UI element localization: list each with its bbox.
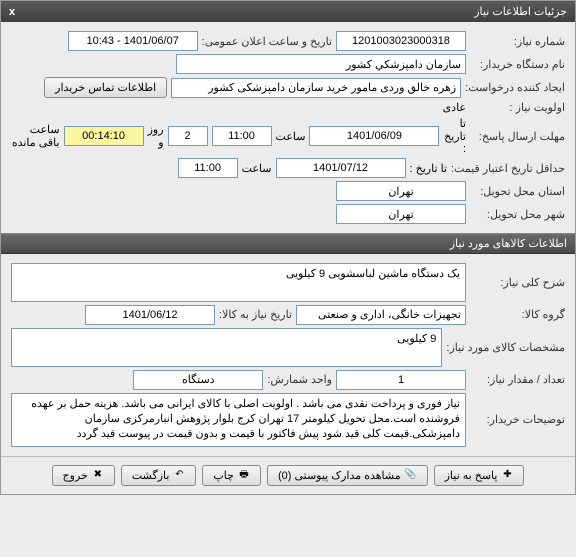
- unit-label: واحد شمارش:: [267, 373, 332, 386]
- goods-section-header: اطلاعات کالاهای مورد نیاز: [1, 233, 575, 254]
- qty-field: [336, 370, 466, 390]
- exit-label: خروج: [63, 469, 88, 482]
- remain-label: ساعت باقی مانده: [11, 123, 60, 149]
- print-button[interactable]: 🖶 چاپ: [202, 465, 261, 486]
- reply-button[interactable]: ✚ پاسخ به نیاز: [434, 465, 525, 486]
- validity-time-label: ساعت: [242, 162, 272, 175]
- buyer-notes-label: توضیحات خریدار:: [470, 413, 565, 426]
- deadline-todate-label: تا تاریخ :: [443, 117, 466, 155]
- desc-field: [11, 263, 466, 302]
- window-title: جزئیات اطلاعات نیاز: [474, 5, 567, 18]
- deadline-time-label: ساعت: [276, 130, 306, 143]
- spec-label: مشخصات کالای مورد نیاز:: [446, 341, 565, 354]
- remain-days-field: [168, 126, 208, 146]
- creator-label: ایجاد کننده درخواست:: [465, 81, 565, 94]
- province-label: استان محل تحویل:: [470, 185, 565, 198]
- group-field: [296, 305, 466, 325]
- plus-icon: ✚: [501, 469, 513, 481]
- back-label: بازگشت: [132, 469, 170, 482]
- public-date-label: تاریخ و ساعت اعلان عمومی:: [202, 35, 332, 48]
- attachment-icon: 📎: [405, 469, 417, 481]
- window-root: جزئیات اطلاعات نیاز x شماره نیاز: تاریخ …: [0, 0, 576, 495]
- attachments-button[interactable]: 📎 مشاهده مدارک پیوستی (0): [267, 465, 428, 486]
- need-by-date-field: [85, 305, 215, 325]
- close-icon[interactable]: x: [9, 6, 15, 18]
- print-label: چاپ: [213, 469, 234, 482]
- desc-label: شرح کلی نیاز:: [470, 276, 565, 289]
- buyer-org-field: [176, 54, 466, 74]
- city-field: [336, 204, 466, 224]
- goods-section: شرح کلی نیاز: گروه کالا: تاریخ نیاز به ک…: [1, 254, 575, 456]
- print-icon: 🖶: [238, 469, 250, 481]
- validity-date-field: [276, 158, 406, 178]
- contact-label: اطلاعات تماس خریدار: [55, 81, 156, 94]
- need-info-section: شماره نیاز: تاریخ و ساعت اعلان عمومی: نا…: [1, 22, 575, 233]
- back-icon: ↶: [173, 469, 185, 481]
- unit-field: [133, 370, 263, 390]
- priority-value: عادی: [443, 101, 466, 114]
- buyer-notes-field: [11, 393, 466, 447]
- need-number-field: [336, 31, 466, 51]
- titlebar: جزئیات اطلاعات نیاز x: [1, 1, 575, 22]
- validity-time-field: [178, 158, 238, 178]
- reply-label: پاسخ به نیاز: [445, 469, 498, 482]
- city-label: شهر محل تحویل:: [470, 208, 565, 221]
- contact-info-button[interactable]: اطلاعات تماس خریدار: [44, 77, 167, 98]
- remain-time-field: [64, 126, 144, 146]
- attachments-label: مشاهده مدارک پیوستی (0): [278, 469, 401, 482]
- spec-field: [11, 328, 442, 367]
- qty-label: تعداد / مقدار نیاز:: [470, 373, 565, 386]
- deadline-date-field: [309, 126, 439, 146]
- creator-field: [171, 78, 461, 98]
- deadline-time-field: [212, 126, 272, 146]
- exit-button[interactable]: ✖ خروج: [52, 465, 115, 486]
- validity-todate-label: تا تاریخ :: [410, 162, 447, 175]
- province-field: [336, 181, 466, 201]
- group-label: گروه کالا:: [470, 308, 565, 321]
- button-bar: ✚ پاسخ به نیاز 📎 مشاهده مدارک پیوستی (0)…: [1, 456, 575, 494]
- need-by-date-label: تاریخ نیاز به کالا:: [219, 308, 292, 321]
- days-and-label: روز و: [148, 123, 164, 149]
- exit-icon: ✖: [92, 469, 104, 481]
- need-number-label: شماره نیاز:: [470, 35, 565, 48]
- deadline-label: مهلت ارسال پاسخ:: [470, 130, 565, 143]
- buyer-org-label: نام دستگاه خریدار:: [470, 58, 565, 71]
- priority-label: اولویت نیاز :: [470, 101, 565, 114]
- public-date-field: [68, 31, 198, 51]
- back-button[interactable]: ↶ بازگشت: [121, 465, 197, 486]
- validity-label: حداقل تاریخ اعتبار قیمت:: [451, 162, 565, 175]
